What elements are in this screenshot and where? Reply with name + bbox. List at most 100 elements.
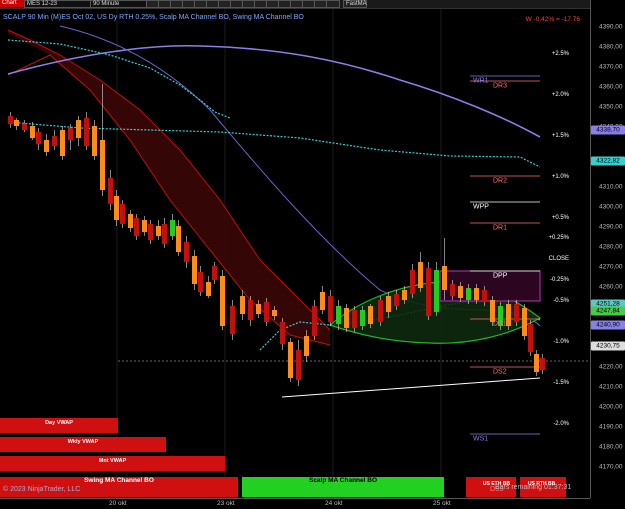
vwap-bar: Mnt VWAP: [0, 456, 225, 471]
candle-body: [264, 302, 269, 322]
candle-body: [92, 126, 97, 156]
candle-body: [336, 306, 341, 324]
time-axis[interactable]: 20 okt 23 okt 24 okt 25 okt: [0, 498, 590, 509]
instrument-value: MES 12-23: [27, 1, 58, 7]
price-axis-label: 4280,00: [599, 243, 623, 251]
candle-body: [482, 290, 487, 302]
candle-body: [148, 224, 153, 240]
toolbar-button-16[interactable]: [326, 0, 340, 8]
candle-body: [192, 256, 197, 284]
percent-level-label: -1.5%: [553, 380, 569, 386]
time-axis-label: 25 okt: [433, 500, 451, 507]
candle-body: [312, 306, 317, 336]
candle-body: [170, 220, 175, 236]
candle-body: [36, 132, 41, 144]
candle-body: [434, 270, 439, 312]
ma-ribbon: [8, 30, 330, 345]
candle-body: [100, 140, 105, 190]
vwap-bar: Day VWAP: [0, 418, 118, 433]
timeframe-selector[interactable]: 90 Minute: [90, 0, 148, 8]
candle-body: [142, 220, 147, 232]
candle-body: [60, 130, 65, 156]
price-axis[interactable]: 4390,004380,004370,004360,004350,004340,…: [590, 0, 625, 498]
candle-body: [394, 294, 399, 306]
candle-body: [84, 118, 89, 146]
candle-body: [296, 350, 301, 380]
candle-body: [466, 288, 471, 300]
candle-body: [248, 300, 253, 320]
candle-body: [328, 296, 333, 322]
price-axis-label: 4210,00: [599, 383, 623, 391]
pivot-label-wpp: WPP: [473, 203, 489, 211]
price-axis-label: 4290,00: [599, 223, 623, 231]
candle-body: [304, 336, 309, 356]
candle-body: [230, 306, 235, 334]
candle-body: [22, 124, 27, 130]
chart-toolbar: Chart MES 12-23 90 Minute FastMA: [0, 0, 590, 9]
pivot-label-dr3: DR3: [493, 82, 508, 90]
candle-body: [114, 196, 119, 220]
candle-body: [386, 296, 391, 312]
candle-body: [490, 300, 495, 322]
candle-body: [44, 140, 49, 152]
candle-body: [410, 270, 415, 294]
percent-level-label: +0.5%: [551, 215, 569, 221]
candle-body: [76, 120, 81, 138]
pivot-label-ws1: WS1: [473, 435, 489, 443]
candle-body: [134, 218, 139, 236]
fastma-button[interactable]: FastMA: [343, 0, 367, 8]
candle-body: [474, 288, 479, 300]
vwap-bar: Wkly VWAP: [0, 437, 166, 452]
candle-body: [320, 292, 325, 310]
price-axis-label: 4390,00: [599, 23, 623, 31]
price-tag: 4247,84: [591, 306, 625, 316]
candle-body: [128, 214, 133, 228]
price-axis-label: 4310,00: [599, 183, 623, 191]
candle-body: [534, 354, 539, 372]
candle-body: [184, 242, 189, 262]
candle-body: [402, 290, 407, 300]
candle-body: [288, 342, 293, 378]
price-axis-label: 4260,00: [599, 283, 623, 291]
chart-menu-button[interactable]: Chart: [0, 0, 24, 7]
pivot-label-dr2: DR2: [493, 177, 508, 185]
price-axis-label: 4220,00: [599, 363, 623, 371]
candle-body: [240, 296, 245, 314]
price-tag: 4230,75: [591, 341, 625, 350]
candle-body: [220, 276, 225, 326]
pivot-label-wr1: WR1: [473, 77, 489, 85]
candle-body: [344, 308, 349, 328]
candle-body: [120, 204, 125, 224]
candle-body: [368, 306, 373, 324]
percent-level-label: +0.25%: [548, 235, 569, 241]
candle-body: [198, 272, 203, 292]
candle-body: [272, 310, 277, 316]
percent-level-label: CLOSE: [548, 256, 569, 262]
price-axis-label: 4170,00: [599, 463, 623, 471]
price-axis-label: 4190,00: [599, 423, 623, 431]
chart-title: SCALP 90 Min (M)ES Oct 02, US Dy RTH 0.2…: [3, 14, 304, 21]
pivot-label-ds1: DS1: [493, 320, 507, 328]
bars-remaining: Bars remaining 01:37:31: [495, 484, 572, 491]
candle-body: [418, 262, 423, 288]
candle-body: [156, 226, 161, 236]
candle-body: [280, 322, 285, 344]
price-tag: 4240,90: [591, 320, 625, 330]
candle-body: [14, 120, 19, 126]
candle-body: [212, 266, 217, 280]
candle-body: [426, 268, 431, 316]
pnl-readout: W -0.42% = -17.76: [525, 16, 580, 23]
price-axis-label: 4360,00: [599, 83, 623, 91]
channel-bar: Scalp MA Channel BO: [242, 477, 444, 497]
time-axis-label: 20 okt: [109, 500, 127, 507]
trend-line: [281, 377, 541, 398]
percent-level-label: +2.0%: [551, 92, 569, 98]
pivot-label-dr1: DR1: [493, 224, 508, 232]
percent-level-label: -0.5%: [553, 298, 569, 304]
price-tag: 4338,70: [591, 125, 625, 135]
price-axis-label: 4270,00: [599, 263, 623, 271]
candle-body: [52, 136, 57, 146]
pivot-label-dpp: DPP: [493, 272, 508, 280]
price-axis-label: 4180,00: [599, 443, 623, 451]
instrument-selector[interactable]: MES 12-23: [24, 0, 92, 8]
